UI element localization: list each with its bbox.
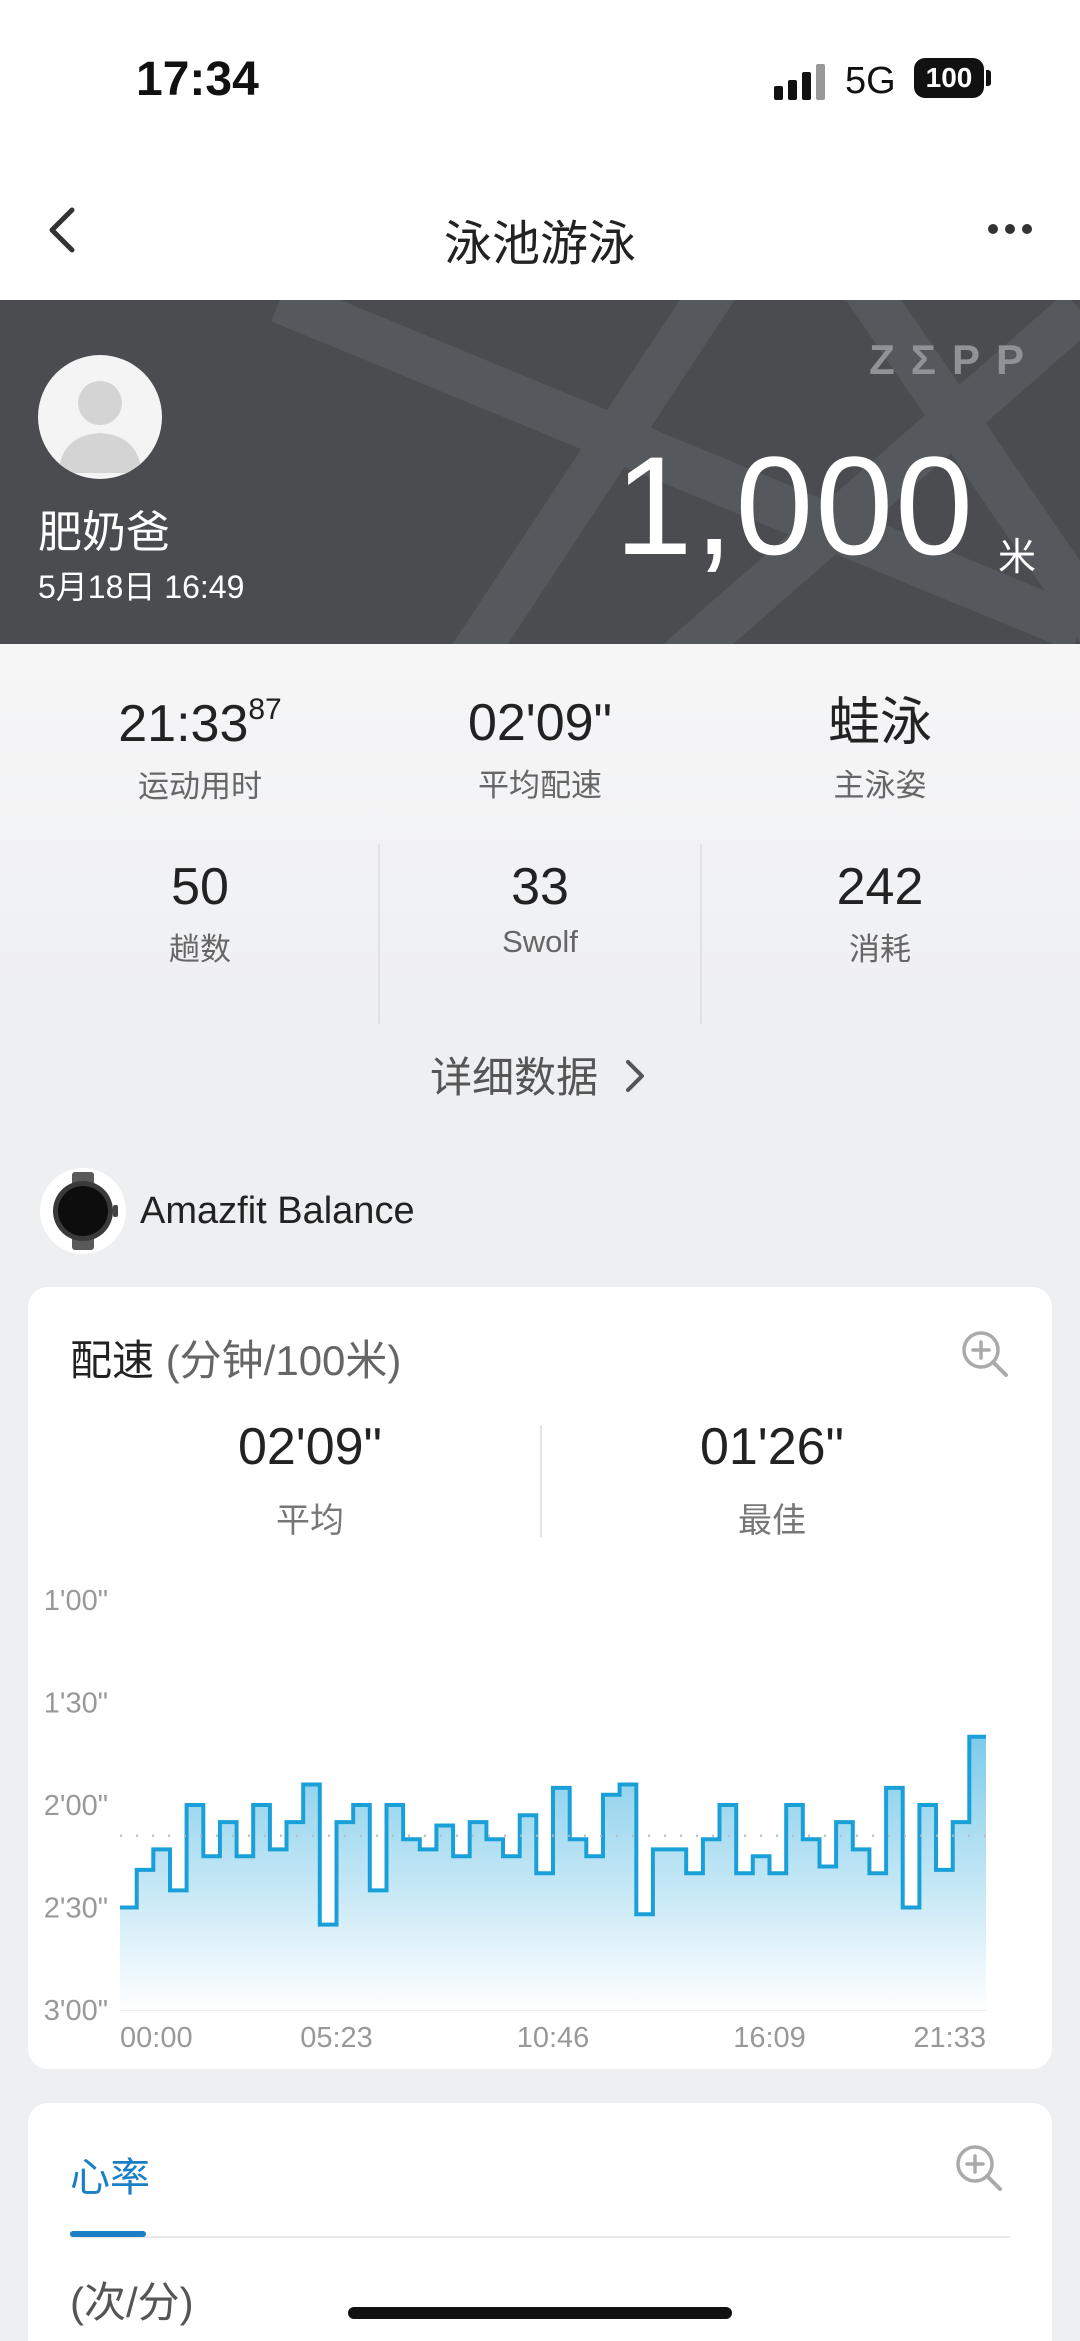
user-name: 肥奶爸 — [38, 508, 170, 557]
nav-bar: 泳池游泳 — [0, 160, 1080, 300]
y-tick-label: 3'00" — [44, 1995, 108, 2027]
stats-divider — [378, 844, 380, 1024]
stat-stroke: 蛙泳 主泳姿 — [710, 692, 1050, 805]
page-title: 泳池游泳 — [443, 218, 636, 271]
y-tick-label: 1'30" — [44, 1688, 108, 1720]
stat-stroke-value: 蛙泳 — [827, 694, 932, 752]
stat-duration-label: 运动用时 — [138, 769, 262, 805]
more-button[interactable] — [982, 220, 1038, 240]
device-name: Amazfit Balance — [140, 1190, 415, 1232]
stat-calories-label: 消耗 — [849, 932, 911, 968]
workout-hero: ZΣPP 肥奶爸 5月18日 16:49 1,000 米 — [0, 300, 1080, 644]
heart-rate-unit: (次/分) — [70, 2279, 194, 2326]
home-indicator — [348, 2307, 732, 2319]
tab-indicator — [70, 2231, 146, 2237]
chevron-right-icon — [625, 1060, 644, 1092]
detail-data-label: 详细数据 — [430, 1054, 599, 1101]
stat-stroke-label: 主泳姿 — [833, 768, 927, 804]
status-time: 17:34 — [136, 53, 259, 106]
stat-duration: 21:3387 运动用时 — [30, 692, 370, 806]
stat-calories-value: 242 — [836, 858, 924, 916]
battery-tip — [986, 70, 991, 86]
pace-chart: 1'00" 1'30" 2'00" 2'30" 3'00" 00:00 05:23 10:46… — [44, 1585, 986, 2054]
network-type: 5G — [845, 60, 896, 102]
avatar — [38, 355, 162, 479]
stat-swolf: 33 Swolf — [370, 856, 710, 960]
stat-avg-pace-label: 平均配速 — [478, 768, 602, 804]
user-placeholder-icon — [58, 381, 142, 473]
pace-avg-value: 02'09" — [237, 1418, 383, 1476]
pace-card: 1'00" 1'30" 2'00" 2'30" 3'00" 00:00 05:23 10:46… — [28, 1287, 1052, 2069]
detail-data-link[interactable]: 详细数据 — [0, 1044, 1080, 1105]
zoom-in-button[interactable] — [960, 1329, 1010, 1379]
watch-icon — [40, 1168, 126, 1254]
stat-duration-hundredths: 87 — [248, 693, 282, 726]
zoom-in-icon — [962, 1331, 1008, 1377]
status-bar: 17:34 5G 100 — [0, 0, 1080, 160]
workout-date: 5月18日 16:49 — [38, 569, 245, 605]
pace-title: 配速 — [70, 1337, 155, 1384]
pace-best-value: 01'26" — [699, 1418, 845, 1476]
stat-swolf-label: Swolf — [502, 924, 578, 960]
zoom-in-icon — [956, 2145, 1002, 2191]
zepp-logo: ZΣPP — [869, 336, 1040, 383]
x-tick-label: 10:46 — [517, 2022, 590, 2054]
pace-best-label: 最佳 — [738, 1502, 806, 1540]
pace-card-title: 配速 (分钟/100米) — [70, 1327, 401, 1388]
x-tick-label: 05:23 — [300, 2022, 373, 2054]
stat-swolf-value: 33 — [511, 858, 569, 916]
distance-unit: 米 — [998, 537, 1037, 579]
more-icon — [988, 224, 998, 234]
stat-laps-value: 50 — [171, 858, 229, 916]
signal-icon — [774, 62, 830, 100]
stat-laps-label: 趟数 — [169, 932, 231, 968]
y-tick-label: 1'00" — [44, 1585, 108, 1617]
y-tick-label: 2'30" — [44, 1893, 108, 1925]
stat-avg-pace-value: 02'09" — [467, 694, 613, 752]
tab-divider — [70, 2236, 1010, 2238]
x-tick-label: 21:33 — [913, 2022, 986, 2054]
y-tick-label: 2'00" — [44, 1790, 108, 1822]
battery-icon: 100 — [914, 58, 984, 98]
pace-avg-label: 平均 — [276, 1502, 344, 1540]
summary-divider — [540, 1425, 542, 1537]
x-tick-label: 00:00 — [120, 2022, 193, 2054]
heart-rate-card: 心率 (次/分) — [28, 2103, 1052, 2341]
stat-avg-pace: 02'09" 平均配速 — [370, 692, 710, 805]
stats-divider — [700, 844, 702, 1024]
x-tick-label: 16:09 — [733, 2022, 806, 2054]
stat-laps: 50 趟数 — [30, 856, 370, 969]
pace-unit: (分钟/100米) — [165, 1337, 402, 1384]
stats-grid: 21:3387 运动用时 02'09" 平均配速 蛙泳 主泳姿 50 趟数 33… — [0, 644, 1080, 1044]
zoom-in-button[interactable] — [954, 2143, 1004, 2193]
tab-heart-rate[interactable]: 心率 — [70, 2145, 150, 2203]
distance-value: 1,000 — [614, 427, 975, 584]
stat-duration-value: 21:33 — [118, 695, 249, 753]
stat-calories: 242 消耗 — [710, 856, 1050, 969]
